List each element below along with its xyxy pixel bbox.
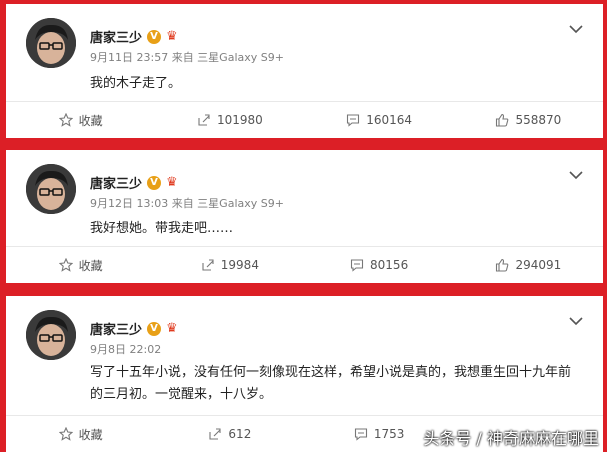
repost-icon [209,428,221,440]
comment-button[interactable]: 80156 [305,247,454,283]
comment-button[interactable]: 160164 [305,102,454,138]
verified-badge-icon: V [147,321,162,336]
repost-count: 612 [228,427,252,441]
post-content: 我的木子走了。 [90,76,182,91]
author-name[interactable]: 唐家三少 V ♛ [90,319,181,338]
repost-button[interactable]: 101980 [155,102,304,138]
post-card: 唐家三少 V ♛ 9月11日 23:57 来自 三星Galaxy S9+ 我的木… [6,4,603,138]
thumbs-up-icon [496,258,509,272]
watermark-text: 头条号 / 神奇麻麻在哪里 [423,429,599,448]
crown-icon: ♛ [166,29,178,44]
watermark: 头条号 / 神奇麻麻在哪里 [423,425,599,449]
author-label[interactable]: 唐家三少 [90,27,142,46]
action-bar: 收藏 19984 80156 294091 [6,246,603,283]
like-count: 558870 [515,113,562,127]
favorite-label: 收藏 [78,427,103,442]
verified-badge-icon: V [147,29,162,44]
like-button[interactable]: 294091 [454,247,603,283]
repost-button[interactable]: 612 [155,416,304,452]
post-content: 写了十五年小说，没有任何一刻像现在这样，希望小说是真的，我想重生回十九年前的三月… [90,365,572,402]
chevron-down-icon[interactable] [569,316,583,326]
post-content: 我好想她。带我走吧…… [90,221,234,236]
post-card: 唐家三少 V ♛ 9月12日 13:03 来自 三星Galaxy S9+ 我好想… [6,150,603,283]
action-bar: 收藏 101980 160164 558870 [6,101,603,138]
comment-icon [354,428,367,441]
repost-count: 101980 [216,113,263,127]
avatar[interactable] [26,18,76,68]
verified-badge-icon: V [147,175,162,190]
author-name[interactable]: 唐家三少 V ♛ [90,173,181,192]
post-meta: 9月8日 22:02 [90,343,162,356]
post-meta: 9月11日 23:57 来自 三星Galaxy S9+ [90,51,284,64]
crown-icon: ♛ [166,321,178,336]
comment-count: 80156 [370,258,409,272]
favorite-button[interactable]: 收藏 [6,416,155,452]
author-name[interactable]: 唐家三少 V ♛ [90,27,181,46]
comment-icon [350,259,364,272]
like-count: 294091 [515,258,562,272]
favorite-label: 收藏 [78,113,103,128]
crown-icon: ♛ [166,175,178,190]
avatar[interactable] [26,310,76,360]
chevron-down-icon[interactable] [569,24,583,34]
like-button[interactable]: 558870 [454,102,603,138]
star-icon [58,427,73,441]
repost-icon [202,259,214,271]
favorite-label: 收藏 [78,258,103,273]
chevron-down-icon[interactable] [569,170,583,180]
favorite-button[interactable]: 收藏 [6,102,155,138]
comment-count: 160164 [366,113,413,127]
author-label[interactable]: 唐家三少 [90,173,142,192]
avatar[interactable] [26,164,76,214]
favorite-button[interactable]: 收藏 [6,247,155,283]
comment-icon [347,114,360,127]
post-meta: 9月12日 13:03 来自 三星Galaxy S9+ [90,197,284,210]
star-icon [58,258,73,272]
author-label[interactable]: 唐家三少 [90,319,142,338]
comment-count: 1753 [373,427,405,441]
repost-count: 19984 [220,258,259,272]
star-icon [58,113,73,127]
repost-icon [198,114,210,126]
repost-button[interactable]: 19984 [155,247,304,283]
thumbs-up-icon [496,113,509,127]
